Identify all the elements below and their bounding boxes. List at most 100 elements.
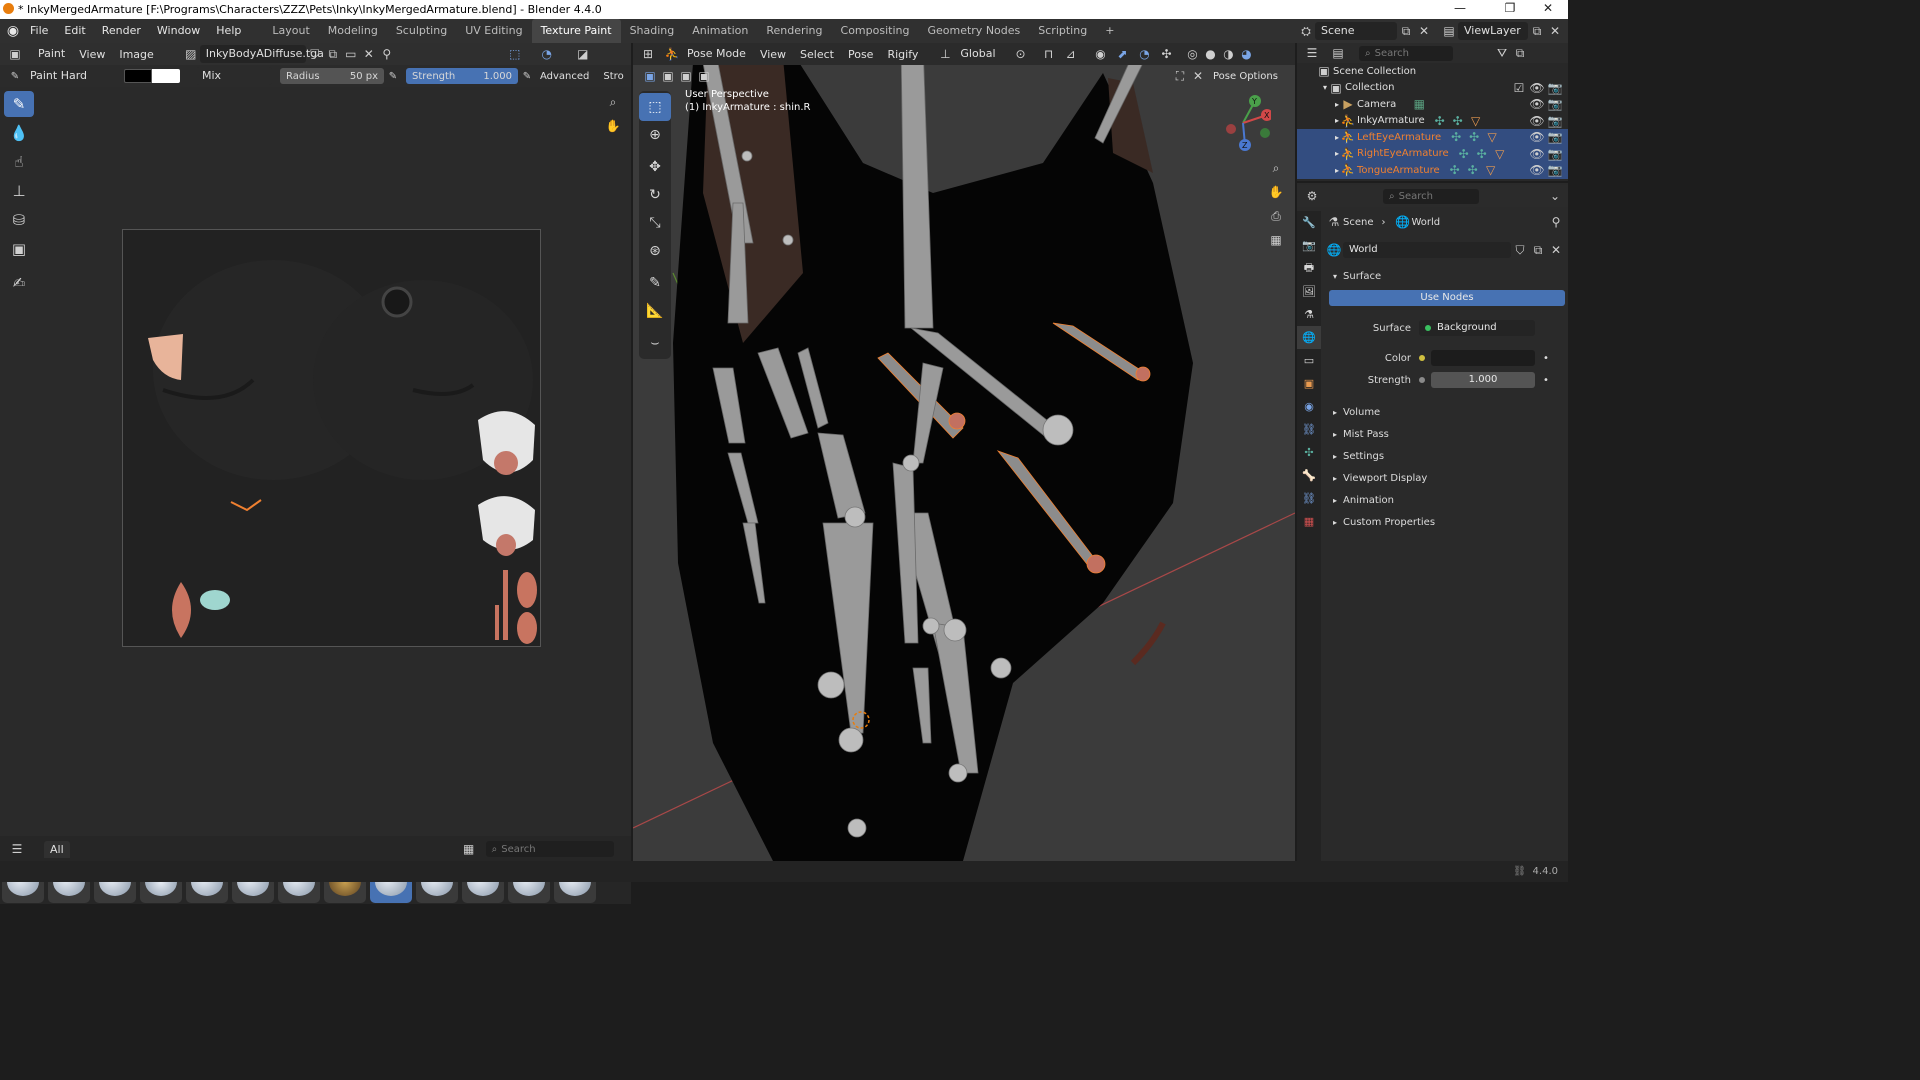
image-browse-icon[interactable]: ▨ (182, 45, 200, 63)
fake-user-icon[interactable]: ⛉ (1511, 241, 1529, 259)
camera-render-icon[interactable]: 📷 (1546, 79, 1564, 97)
world-name-field[interactable]: World (1343, 242, 1511, 258)
display-size-icon[interactable]: ▦ (460, 840, 478, 858)
eye-icon[interactable]: 👁 (1528, 145, 1546, 163)
radius-slider[interactable]: Radius 50 px (280, 68, 384, 84)
unlink-icon[interactable]: ✕ (1547, 241, 1565, 259)
outliner-scene-collection[interactable]: ▣ Scene Collection (1297, 63, 1568, 80)
panel-volume[interactable]: ▸ Volume (1325, 401, 1565, 423)
menu-help[interactable]: Help (208, 19, 249, 43)
eye-icon[interactable]: 👁 (1528, 79, 1546, 97)
cursor-tool-icon[interactable]: ⊕ (639, 121, 671, 149)
tab-modeling[interactable]: Modeling (319, 19, 387, 43)
camera-view-icon[interactable]: ⎙ (1267, 207, 1285, 225)
pivot-icon[interactable]: ⊙ (1012, 45, 1030, 63)
tab-texture-paint[interactable]: Texture Paint (531, 19, 621, 43)
bone-tab-icon[interactable]: 🦴 (1297, 464, 1321, 487)
overlay-toggle-icon[interactable]: ◔ (1136, 45, 1154, 63)
display-channels-icon[interactable]: ◪ (574, 45, 592, 63)
ortho-toggle-icon[interactable]: ▦ (1267, 231, 1285, 249)
zoom-icon[interactable]: ⌕ (604, 93, 622, 111)
select-mode-new-icon[interactable]: ▣ (641, 67, 659, 85)
editor-type-icon[interactable]: ☰ (1303, 44, 1321, 62)
texture-image-canvas[interactable] (122, 229, 541, 647)
shading-rendered-icon[interactable]: ◕ (1238, 45, 1256, 63)
minimize-button[interactable]: — (1440, 1, 1480, 15)
zoom-icon[interactable]: ⌕ (1267, 159, 1285, 177)
orientation-dropdown[interactable]: Global (954, 45, 1001, 63)
new-collection-icon[interactable]: ⧉ (1511, 44, 1529, 62)
navigation-gizmo[interactable]: Y X Z (1221, 93, 1273, 153)
texture-tab-icon[interactable]: ▦ (1297, 510, 1321, 533)
scene-selector[interactable]: ⛭ Scene ⧉ ✕ (1297, 22, 1433, 40)
tab-layout[interactable]: Layout (263, 19, 318, 43)
tab-scripting[interactable]: Scripting (1029, 19, 1096, 43)
select-mode-intersect-icon[interactable]: ▣ (695, 67, 713, 85)
scale-tool-icon[interactable]: ⤡ (639, 209, 671, 237)
draw-tool-icon[interactable]: ✎ (4, 91, 34, 117)
panel-custom-properties[interactable]: ▸ Custom Properties (1325, 511, 1565, 533)
clone-tool-icon[interactable]: ⊥ (4, 178, 34, 204)
snap-target-icon[interactable]: ⊿ (1062, 45, 1080, 63)
collection-tab-icon[interactable]: ▭ (1297, 349, 1321, 372)
panel-viewport-display[interactable]: ▸ Viewport Display (1325, 467, 1565, 489)
editor-type-icon[interactable]: ⚙ (1303, 187, 1321, 205)
camera-render-icon[interactable]: 📷 (1546, 145, 1564, 163)
strength-field[interactable]: 1.000 (1431, 372, 1535, 388)
editor-type-icon[interactable]: ⊞ (639, 45, 657, 63)
annotate-tool-icon[interactable]: ✎ (639, 269, 671, 297)
tab-sculpting[interactable]: Sculpting (387, 19, 456, 43)
checkbox-icon[interactable]: ☑ (1510, 79, 1528, 97)
visibility-icon[interactable]: ◉ (1092, 45, 1110, 63)
eye-icon[interactable]: 👁 (1528, 161, 1546, 179)
output-tab-icon[interactable]: 🖶 (1297, 257, 1321, 280)
camera-render-icon[interactable]: 📷 (1546, 128, 1564, 146)
advanced-dropdown[interactable]: Advanced (540, 71, 589, 82)
viewport-view-menu[interactable]: View (760, 48, 786, 61)
blender-menu-icon[interactable]: ◉ (4, 22, 22, 40)
blend-mode-dropdown[interactable]: Mix (196, 67, 272, 85)
menu-window[interactable]: Window (149, 19, 208, 43)
eye-icon[interactable]: 👁 (1528, 128, 1546, 146)
annotate-tool-icon[interactable]: ✍ (4, 270, 34, 296)
outliner-item-lefteyearmature[interactable]: ▸ ⛹ LeftEyeArmature ✣ ✣ ▽ 👁 📷 (1297, 129, 1568, 146)
tab-compositing[interactable]: Compositing (832, 19, 919, 43)
display-mode-icon[interactable]: ▤ (1329, 44, 1347, 62)
expand-arrow-icon[interactable]: ▾ (1333, 272, 1337, 281)
surface-panel-header[interactable]: ▾ Surface (1325, 265, 1565, 287)
menu-file[interactable]: File (22, 19, 56, 43)
bone-constraints-tab-icon[interactable]: ⛓ (1297, 487, 1321, 510)
panel-settings[interactable]: ▸ Settings (1325, 445, 1565, 467)
keyframe-dot-icon[interactable]: • (1543, 375, 1549, 386)
world-browse-icon[interactable]: 🌐 (1325, 241, 1343, 259)
outliner-search-field[interactable]: ⌕ Search (1359, 45, 1453, 61)
add-workspace-icon[interactable]: + (1096, 19, 1123, 43)
paint-mode-dropdown[interactable]: Paint (32, 45, 71, 63)
tool-tab-icon[interactable]: 🔧 (1297, 211, 1321, 234)
viewlayer-selector[interactable]: ▤ ViewLayer ⧉ ✕ (1440, 22, 1564, 40)
image-name-field[interactable]: InkyBodyADiffuse.tga (199, 45, 324, 63)
transform-tool-icon[interactable]: ⊛ (639, 237, 671, 265)
keyframe-dot-icon[interactable]: • (1543, 353, 1549, 364)
camera-render-icon[interactable]: 📷 (1546, 112, 1564, 130)
constraints-tab-icon[interactable]: ⛓ (1297, 418, 1321, 441)
asset-tab-all[interactable]: All (44, 840, 70, 858)
viewport-pose-menu[interactable]: Pose (848, 48, 873, 61)
editor-type-icon[interactable]: ▣ (6, 45, 24, 63)
camera-render-icon[interactable]: 📷 (1546, 161, 1564, 179)
relax-pose-tool-icon[interactable]: ⌣ (639, 329, 671, 357)
outliner-item-camera[interactable]: ▸ ▶ Camera ▦ 👁 📷 (1297, 96, 1568, 113)
measure-tool-icon[interactable]: 📐 (639, 297, 671, 325)
close-button[interactable]: ✕ (1528, 1, 1568, 15)
color-swatch[interactable] (1431, 350, 1535, 366)
shading-solid-icon[interactable]: ● (1202, 45, 1220, 63)
primary-color-swatch[interactable] (124, 69, 152, 83)
filter-icon[interactable]: ⛛ (1493, 44, 1511, 62)
mode-dropdown[interactable]: Pose Mode (681, 45, 752, 63)
delete-viewlayer-icon[interactable]: ✕ (1546, 22, 1564, 40)
new-viewlayer-icon[interactable]: ⧉ (1528, 22, 1546, 40)
duplicate-icon[interactable]: ⧉ (1529, 241, 1547, 259)
scene-tab-icon[interactable]: ⚗ (1297, 303, 1321, 326)
delete-scene-icon[interactable]: ✕ (1415, 22, 1433, 40)
uv-select-icon[interactable]: ⬚ (506, 45, 524, 63)
